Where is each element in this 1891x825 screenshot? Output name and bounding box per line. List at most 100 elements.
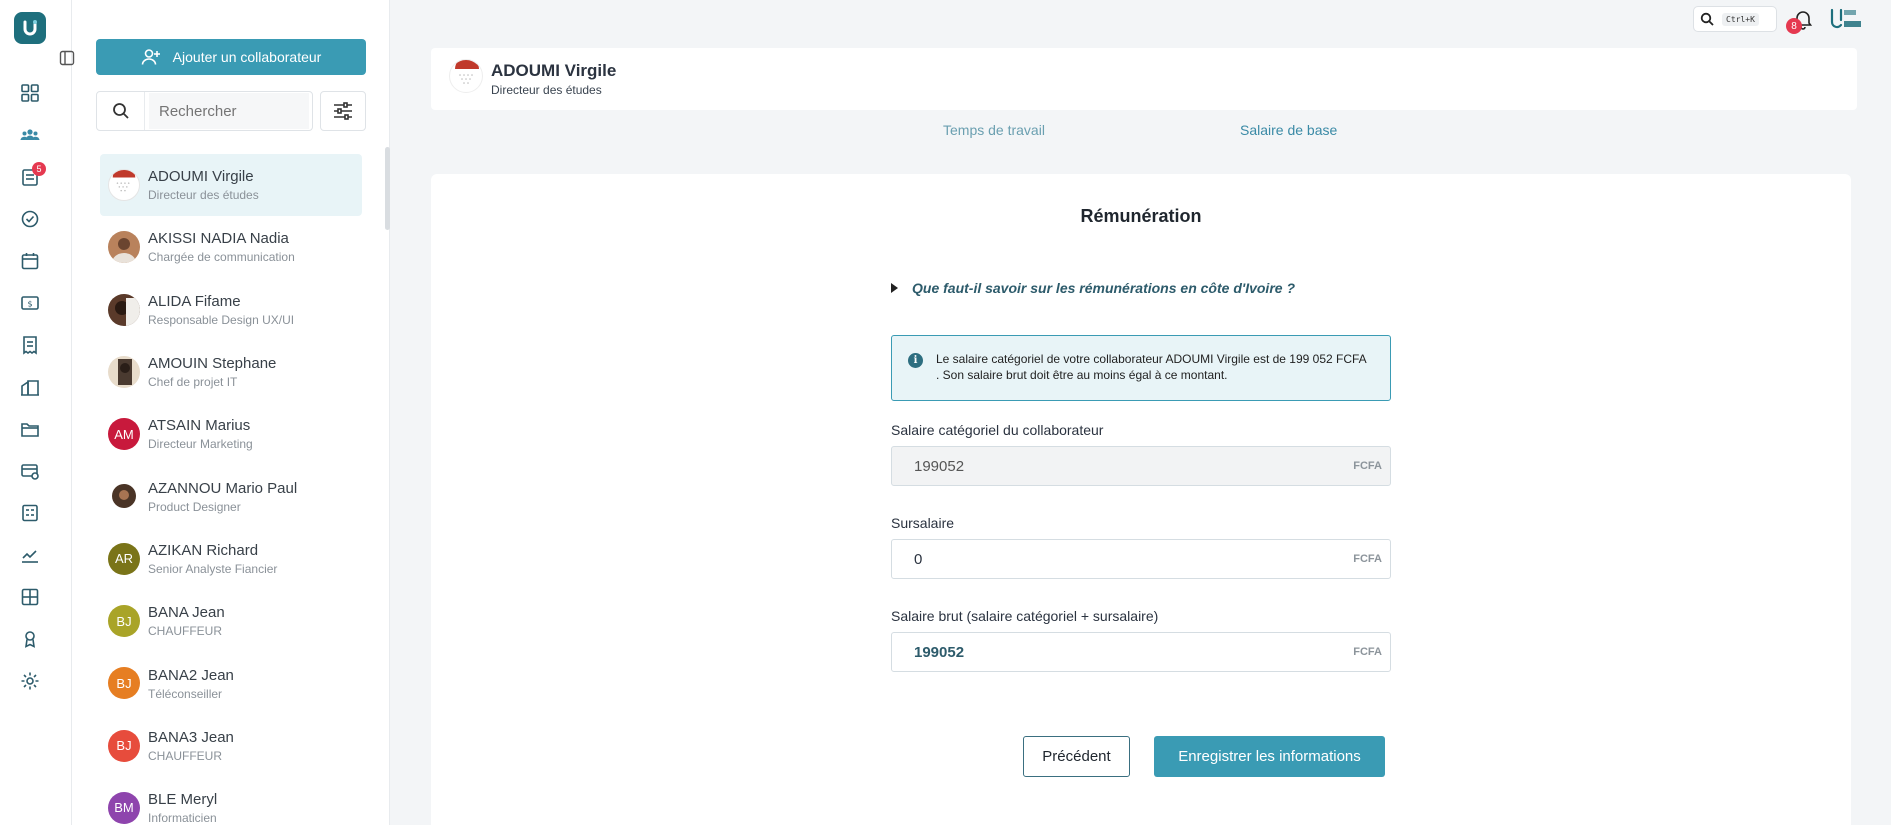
previous-button[interactable]: Précédent [1023,736,1130,777]
receipt-icon[interactable] [18,333,42,357]
employee-name: AKISSI NADIA Nadia [148,230,289,248]
employee-name: AZIKAN Richard [148,541,259,559]
icon-rail: 5 $ [0,0,72,825]
employee-role: CHAUFFEUR [148,624,222,639]
avatar: BM [108,791,140,824]
team-icon[interactable] [18,123,42,147]
employee-name: BANA2 Jean [148,666,234,684]
gear-icon[interactable] [18,669,42,693]
remuneration-form: Rémunération Que faut-il savoir sur les … [431,174,1851,825]
folder-icon[interactable] [18,417,42,441]
employee-item[interactable]: AMOUIN Stephane Chef de projet IT [100,341,362,403]
employee-list-scrollbar[interactable] [385,147,390,230]
sliders-icon [334,102,352,120]
filter-button[interactable] [320,91,366,131]
search-icon [1700,12,1714,26]
info-icon: i [908,353,923,368]
employee-role: Informaticien [148,811,217,825]
employee-name: ALIDA Fifame [148,292,241,310]
employee-role: Directeur Marketing [148,437,253,452]
tab-working-time[interactable]: Temps de travail [943,122,1045,138]
add-user-icon [141,49,160,65]
tab-base-salary[interactable]: Salaire de base [1240,122,1337,138]
categorial-salary-value: 199052 [914,457,965,475]
employee-item[interactable]: BJ BANA Jean CHAUFFEUR [100,590,362,652]
employee-header-card: ADOUMI Virgile Directeur des études [431,48,1857,110]
grid-icon[interactable] [18,585,42,609]
employee-item[interactable]: AKISSI NADIA Nadia Chargée de communicat… [100,216,362,278]
sursalaire-value: 0 [914,550,923,568]
add-collaborator-button[interactable]: Ajouter un collaborateur [96,39,366,75]
employee-role: Chef de projet IT [148,375,238,390]
form-title: Rémunération [1080,206,1202,226]
award-icon[interactable] [18,627,42,651]
company-logo[interactable] [1828,6,1862,32]
employee-item[interactable]: BM BLE Meryl Informaticien [100,777,362,825]
app-logo[interactable] [14,12,46,44]
categorial-salary-field: 199052 FCFA [891,446,1391,486]
employee-name: ATSAIN Marius [148,417,251,435]
avatar: BJ [108,667,140,700]
avatar: BJ [108,605,140,638]
global-search-button[interactable]: Ctrl+K [1693,6,1777,32]
employee-role: Product Designer [148,499,241,514]
faq-disclosure[interactable]: Que faut-il savoir sur les rémunérations… [891,280,1295,296]
dashboard-icon[interactable] [18,81,42,105]
search-icon [97,92,145,130]
faq-question: Que faut-il savoir sur les rémunérations… [912,280,1295,296]
check-circle-icon[interactable] [18,207,42,231]
employee-search-input[interactable] [149,93,309,129]
sidebar-collapse-icon[interactable] [56,47,78,69]
employee-name: BANA Jean [148,604,225,622]
employee-name: AZANNOU Mario Paul [148,479,298,497]
employee-item[interactable]: ALIDA Fifame Responsable Design UX/UI [100,279,362,341]
sursalaire-input[interactable]: 0 FCFA [891,539,1391,579]
employee-name: BLE Meryl [148,791,218,809]
gross-salary-label: Salaire brut (salaire catégoriel + sursa… [891,608,1159,624]
calendar-icon[interactable] [18,249,42,273]
info-alert: i Le salaire catégoriel de votre collabo… [891,335,1391,401]
payroll-icon[interactable]: $ [18,291,42,315]
avatar [449,59,483,93]
employee-name: ADOUMI Virgile [148,168,254,186]
employee-header-name: ADOUMI Virgile [491,61,617,80]
employees-panel: Ajouter un collaborateur ADOUMI Virgile … [59,0,390,825]
currency-unit: FCFA [1353,553,1382,565]
avatar: BJ [108,729,140,762]
employee-item[interactable]: BJ BANA3 Jean CHAUFFEUR [100,715,362,777]
employee-role: Téléconseiller [148,686,223,701]
sursalaire-label: Sursalaire [891,515,955,531]
avatar [108,355,140,388]
gross-salary-value: 199052 [914,643,965,661]
employee-item[interactable]: AM ATSAIN Marius Directeur Marketing [100,403,362,465]
avatar [108,293,140,326]
employee-name: AMOUIN Stephane [148,355,277,373]
avatar: AR [108,542,140,575]
avatar: AM [108,418,140,451]
save-button[interactable]: Enregistrer les informations [1154,736,1385,777]
card-settings-icon[interactable] [18,459,42,483]
employee-role: Directeur des études [148,188,259,203]
chart-icon[interactable] [18,543,42,567]
svg-text:$: $ [27,300,32,309]
currency-unit: FCFA [1353,460,1382,472]
calculator-icon[interactable] [18,501,42,525]
buildings-icon[interactable] [18,375,42,399]
employee-role: Senior Analyste Fiancier [148,561,278,576]
employee-role: Chargée de communication [148,250,295,265]
employee-item[interactable]: AR AZIKAN Richard Senior Analyste Fianci… [100,528,362,590]
caret-right-icon [891,283,898,293]
employee-header-role: Directeur des études [491,83,602,97]
add-collaborator-label: Ajouter un collaborateur [172,49,322,65]
employee-item[interactable]: BJ BANA2 Jean Téléconseiller [100,652,362,714]
employee-list: ADOUMI Virgile Directeur des études AKIS… [100,154,362,825]
requests-badge: 5 [32,162,46,176]
employee-name: BANA3 Jean [148,728,234,746]
avatar [108,169,140,201]
employee-item[interactable]: AZANNOU Mario Paul Product Designer [100,465,362,527]
categorial-salary-label: Salaire catégoriel du collaborateur [891,422,1104,438]
employee-search [96,91,313,131]
employee-item[interactable]: ADOUMI Virgile Directeur des études [100,154,362,217]
avatar [108,480,140,513]
avatar [108,231,140,264]
